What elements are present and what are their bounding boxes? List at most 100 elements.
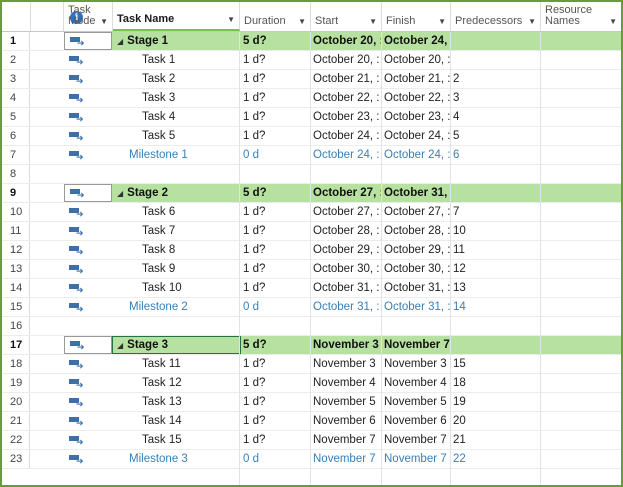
start-cell[interactable]: November 6 bbox=[311, 412, 381, 430]
start-cell[interactable]: October 31, : bbox=[311, 298, 381, 316]
duration-cell[interactable]: 1 d? bbox=[240, 260, 310, 278]
finish-cell[interactable]: October 28, : bbox=[382, 222, 450, 240]
row-number[interactable]: 9 bbox=[2, 184, 30, 202]
task-mode-cell[interactable]: ➔ bbox=[64, 127, 112, 145]
summary-task-row[interactable]: 1 ➔ ◢ Stage 1 5 d? October 20, : October 24,… bbox=[2, 32, 621, 51]
duration-cell[interactable]: 5 d? bbox=[240, 32, 310, 50]
predecessors-cell[interactable]: 12 bbox=[451, 260, 541, 278]
chevron-down-icon[interactable]: ▼ bbox=[438, 17, 446, 26]
finish-cell[interactable]: October 30, : bbox=[382, 260, 450, 278]
task-name-cell[interactable]: Task 14 bbox=[113, 412, 239, 430]
start-header[interactable]: Start ▼ bbox=[311, 2, 382, 31]
table-row[interactable]: 6 ➔ Task 51 d? October 24, : October 24, :… bbox=[2, 127, 621, 146]
task-mode-cell[interactable]: ➔ bbox=[64, 260, 112, 278]
task-mode-cell[interactable]: ➔ bbox=[64, 336, 112, 354]
task-name-cell[interactable]: Task 6 bbox=[113, 203, 239, 221]
table-row[interactable]: 2 ➔ Task 11 d? October 20, : October 20, : bbox=[2, 51, 621, 70]
row-number[interactable]: 10 bbox=[2, 203, 30, 221]
predecessors-cell[interactable]: 21 bbox=[451, 431, 541, 449]
predecessors-cell[interactable]: 13 bbox=[451, 279, 541, 297]
task-name-cell[interactable]: Task 7 bbox=[113, 222, 239, 240]
row-number[interactable]: 23 bbox=[2, 450, 30, 468]
duration-cell[interactable]: 1 d? bbox=[240, 70, 310, 88]
predecessors-cell[interactable] bbox=[451, 184, 541, 202]
row-number[interactable]: 8 bbox=[2, 165, 30, 183]
row-number[interactable]: 14 bbox=[2, 279, 30, 297]
resource-names-header[interactable]: Resource Names ▼ bbox=[541, 2, 621, 31]
task-name-cell[interactable]: Task 15 bbox=[113, 431, 239, 449]
task-name-cell[interactable]: Milestone 1 bbox=[113, 146, 239, 164]
start-cell[interactable]: November 5 bbox=[311, 393, 381, 411]
task-mode-cell[interactable]: ➔ bbox=[64, 89, 112, 107]
task-name-cell[interactable]: Task 4 bbox=[113, 108, 239, 126]
task-name-cell[interactable]: ◢ Stage 2 bbox=[113, 184, 239, 202]
row-number[interactable]: 11 bbox=[2, 222, 30, 240]
finish-cell[interactable]: October 22, : bbox=[382, 89, 450, 107]
row-number[interactable]: 21 bbox=[2, 412, 30, 430]
duration-cell[interactable]: 0 d bbox=[240, 298, 310, 316]
finish-cell[interactable]: November 7 bbox=[382, 450, 450, 468]
start-cell[interactable]: October 20, : bbox=[311, 32, 381, 50]
column-divider[interactable] bbox=[450, 32, 451, 485]
duration-cell[interactable]: 0 d bbox=[240, 146, 310, 164]
finish-cell[interactable]: October 21, : bbox=[382, 70, 450, 88]
predecessors-cell[interactable]: 20 bbox=[451, 412, 541, 430]
table-row[interactable]: 4 ➔ Task 31 d? October 22, : October 22, :… bbox=[2, 89, 621, 108]
predecessors-cell[interactable]: 3 bbox=[451, 89, 541, 107]
row-number[interactable]: 12 bbox=[2, 241, 30, 259]
finish-cell[interactable]: October 20, : bbox=[382, 51, 450, 69]
duration-header[interactable]: Duration ▼ bbox=[240, 2, 311, 31]
start-cell[interactable]: November 3 bbox=[311, 336, 381, 354]
task-mode-header[interactable]: Task Mode ▼ bbox=[64, 2, 113, 31]
table-row[interactable]: 11 ➔ Task 71 d? October 28, : October 28, … bbox=[2, 222, 621, 241]
task-name-cell[interactable]: Task 3 bbox=[113, 89, 239, 107]
start-cell[interactable]: October 24, : bbox=[311, 127, 381, 145]
duration-cell[interactable]: 1 d? bbox=[240, 203, 310, 221]
start-cell[interactable]: October 22, : bbox=[311, 89, 381, 107]
predecessors-cell[interactable] bbox=[451, 336, 541, 354]
task-name-cell[interactable]: Task 9 bbox=[113, 260, 239, 278]
start-cell[interactable]: October 23, : bbox=[311, 108, 381, 126]
milestone-row[interactable]: 7 ➔ Milestone 10 d October 24, : October 2… bbox=[2, 146, 621, 165]
start-cell[interactable]: October 30, : bbox=[311, 260, 381, 278]
row-number[interactable]: 7 bbox=[2, 146, 30, 164]
blank-row[interactable]: 8 bbox=[2, 165, 621, 184]
blank-row[interactable]: 16 bbox=[2, 317, 621, 336]
task-mode-cell[interactable]: ➔ bbox=[64, 298, 112, 316]
finish-cell[interactable]: November 7 bbox=[382, 336, 450, 354]
row-number[interactable]: 5 bbox=[2, 108, 30, 126]
finish-cell[interactable]: October 23, : bbox=[382, 108, 450, 126]
summary-task-row[interactable]: 17 ➔ ◢ Stage 35 d? November 3 November 7 bbox=[2, 336, 621, 355]
predecessors-cell[interactable]: 19 bbox=[451, 393, 541, 411]
duration-cell[interactable]: 1 d? bbox=[240, 279, 310, 297]
task-name-header[interactable]: Task Name ▼ bbox=[113, 2, 240, 31]
indicators-header[interactable]: i bbox=[31, 2, 83, 31]
finish-cell[interactable]: October 29, : bbox=[382, 241, 450, 259]
table-row[interactable]: 5 ➔ Task 41 d? October 23, : October 23, :… bbox=[2, 108, 621, 127]
task-mode-cell[interactable]: ➔ bbox=[64, 222, 112, 240]
duration-cell[interactable]: 1 d? bbox=[240, 108, 310, 126]
predecessors-cell[interactable]: 22 bbox=[451, 450, 541, 468]
predecessors-cell[interactable]: 14 bbox=[451, 298, 541, 316]
select-all-corner[interactable] bbox=[2, 2, 31, 31]
task-mode-cell[interactable]: ➔ bbox=[64, 32, 112, 50]
task-name-cell[interactable]: Milestone 2 bbox=[113, 298, 239, 316]
predecessors-cell[interactable]: 18 bbox=[451, 374, 541, 392]
column-divider[interactable] bbox=[381, 32, 382, 485]
predecessors-cell[interactable]: 4 bbox=[451, 108, 541, 126]
finish-cell[interactable]: October 24, : bbox=[382, 146, 450, 164]
task-name-cell[interactable]: Task 13 bbox=[113, 393, 239, 411]
start-cell[interactable]: November 4 bbox=[311, 374, 381, 392]
finish-cell[interactable]: November 4 bbox=[382, 374, 450, 392]
row-number[interactable]: 22 bbox=[2, 431, 30, 449]
duration-cell[interactable]: 0 d bbox=[240, 450, 310, 468]
row-number[interactable]: 3 bbox=[2, 70, 30, 88]
duration-cell[interactable]: 1 d? bbox=[240, 241, 310, 259]
table-row[interactable]: 12 ➔ Task 81 d? October 29, : October 29, … bbox=[2, 241, 621, 260]
column-divider[interactable] bbox=[239, 32, 240, 485]
task-mode-cell[interactable]: ➔ bbox=[64, 241, 112, 259]
chevron-down-icon[interactable]: ▼ bbox=[100, 17, 108, 26]
finish-cell[interactable]: November 3 bbox=[382, 355, 450, 373]
task-mode-cell[interactable]: ➔ bbox=[64, 108, 112, 126]
duration-cell[interactable]: 1 d? bbox=[240, 393, 310, 411]
